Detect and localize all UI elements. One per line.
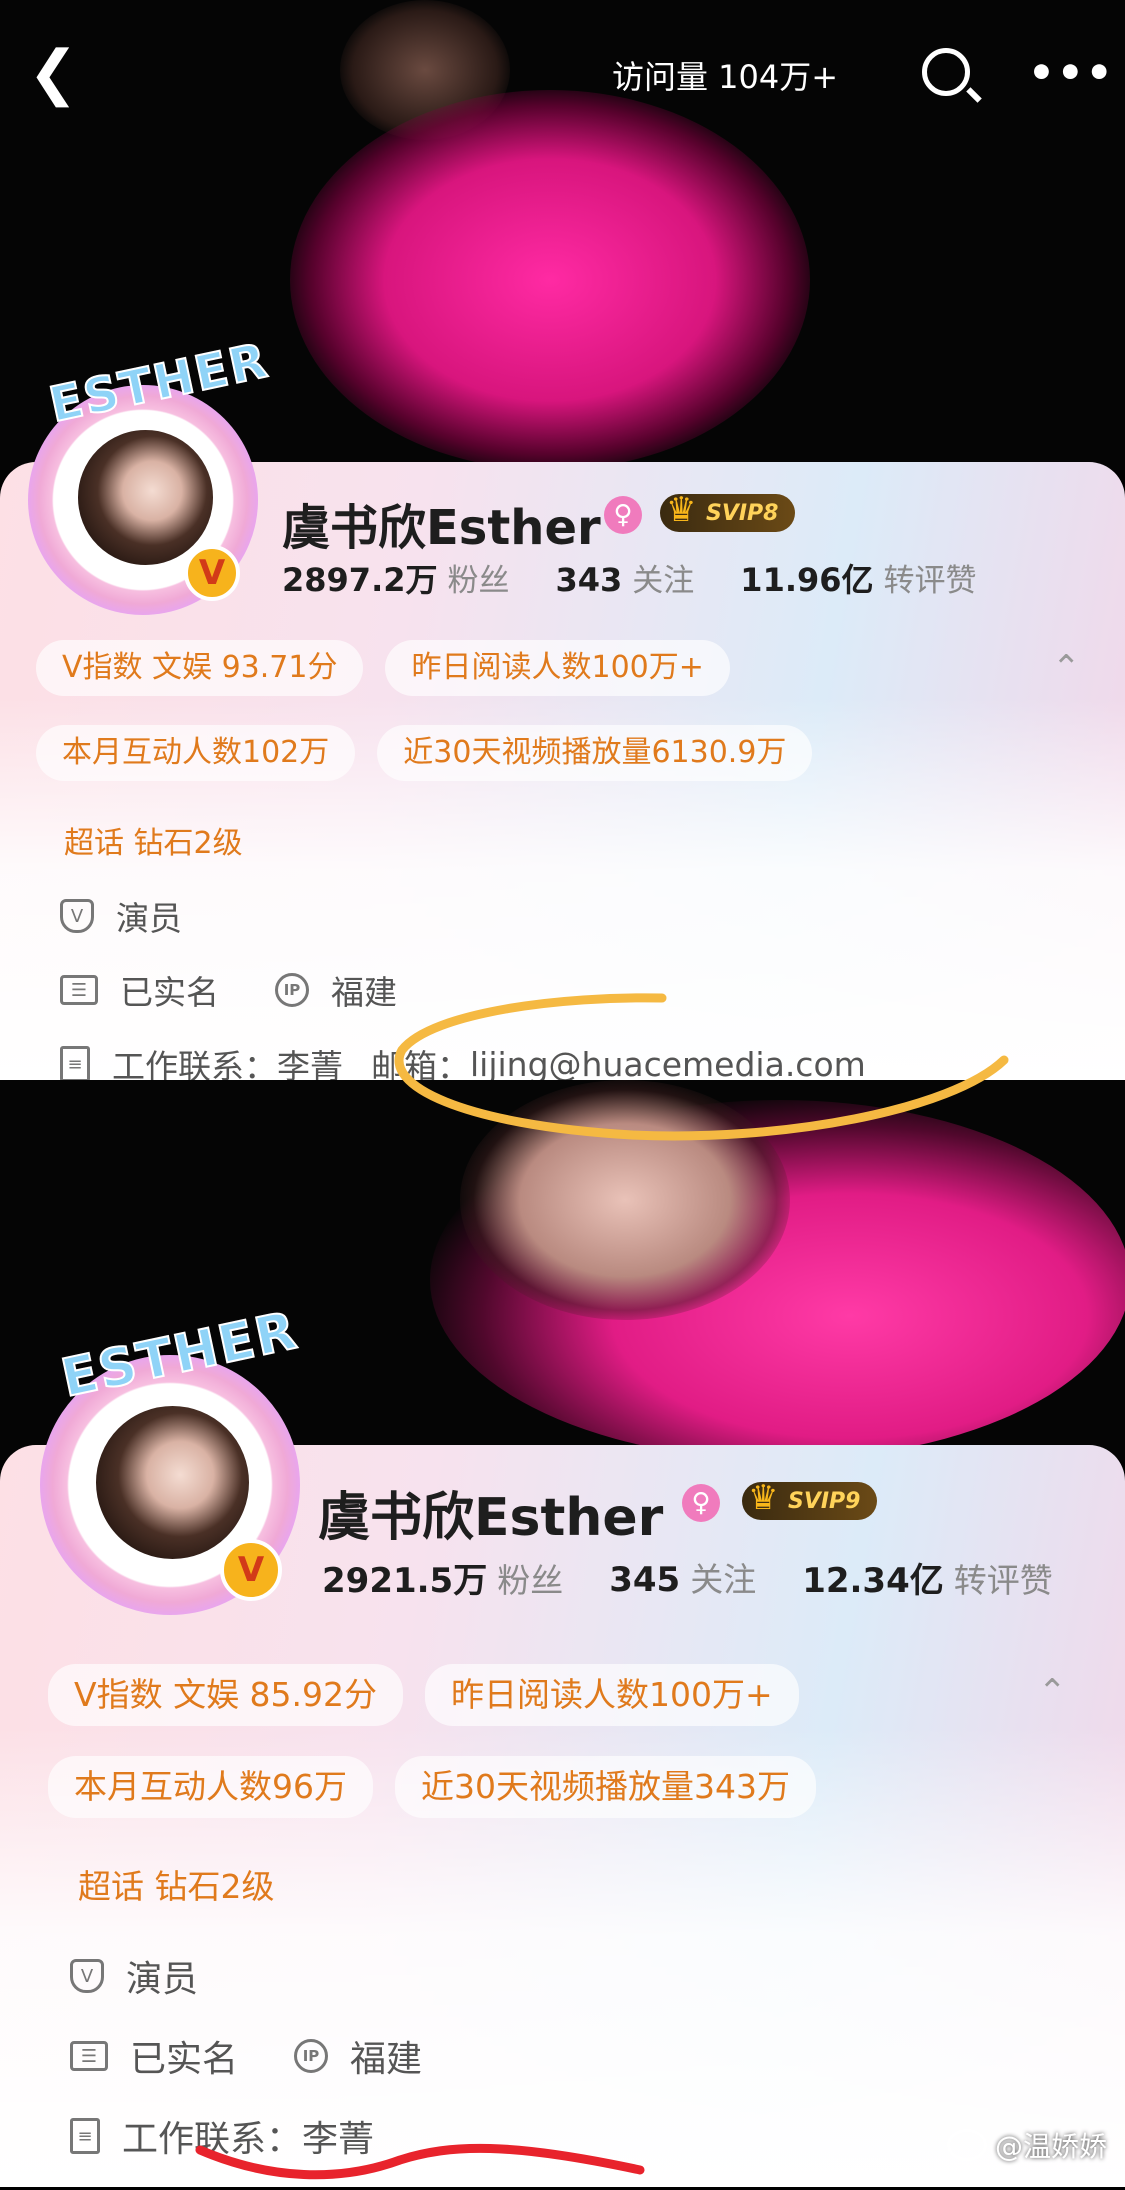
stat-label: 粉丝 [447,563,510,599]
chip-daily-readers[interactable]: 昨日阅读人数100万+ [385,640,730,696]
search-icon[interactable] [922,48,970,96]
svip-label: SVIP8 [706,500,779,526]
chip-daily-readers[interactable]: 昨日阅读人数100万+ [425,1664,799,1726]
username: 虞书欣Esther [318,1488,664,1548]
username: 虞书欣Esther [282,500,601,556]
chip-video-plays[interactable]: 近30天视频播放量6130.9万 [377,725,813,781]
crown-icon: ♛ [748,1478,779,1518]
stat-value: 11.96亿 [740,561,874,599]
profile-screenshot-2: ESTHER V [0,1080,1125,2187]
supertopic-level[interactable]: 超话 钻石2级 [64,818,243,862]
shield-v-icon: V [60,899,94,933]
work-contact-name: 李菁 [277,1047,343,1080]
chip-monthly-interactions[interactable]: 本月互动人数102万 [36,725,356,781]
chevron-left-icon[interactable]: ❮ [28,38,78,108]
verified-badge-icon: V [184,545,240,601]
stat-value: 2921.5万 [322,1561,488,1601]
occupation-row: V 演员 [70,1950,198,2002]
realname-label: 已实名 [130,2039,239,2080]
identity-row: ☰ 已实名 IP 福建 [60,966,397,1014]
female-icon: ♀ [682,1484,720,1522]
stat-engagements[interactable]: 11.96亿 转评赞 [740,555,976,601]
avatar[interactable]: ESTHER V [28,332,274,615]
chevron-up-icon[interactable]: ⌃ [1052,648,1081,688]
profile-stats: 2921.5万 粉丝 345 关注 12.34亿 转评赞 [322,1553,1099,1602]
stat-label: 转评赞 [883,563,977,599]
ip-location-icon: IP [294,2039,329,2073]
yellow-highlight-circle [394,993,1009,1141]
stat-label: 关注 [632,563,695,599]
chip-row-2: 本月互动人数96万 近30天视频播放量343万 [48,1756,838,1818]
stat-label: 转评赞 [953,1561,1053,1600]
stat-following[interactable]: 345 关注 [609,1553,756,1602]
stat-value: 12.34亿 [802,1561,944,1601]
id-card-icon: ☰ [70,2041,108,2071]
avatar-photo [74,426,217,569]
id-card-icon: ☰ [60,975,98,1005]
ip-location-label: 福建 [331,973,397,1012]
stat-engagements[interactable]: 12.34亿 转评赞 [802,1553,1053,1602]
stat-label: 粉丝 [497,1561,564,1600]
document-icon: ≡ [60,1046,90,1080]
chip-v-index[interactable]: V指数 文娱 93.71分 [36,640,364,696]
stat-followers[interactable]: 2897.2万 粉丝 [282,555,510,601]
chip-row-1: V指数 文娱 93.71分 昨日阅读人数100万+ [36,640,752,696]
stat-value: 345 [609,1560,681,1600]
realname-label: 已实名 [120,973,219,1012]
svip-badge[interactable]: ♛ SVIP8 [660,490,795,532]
stat-label: 关注 [690,1560,757,1599]
watermark-text: @温娇娇 [994,2130,1107,2163]
stat-followers[interactable]: 2921.5万 粉丝 [322,1553,563,1602]
female-icon: ♀ [604,496,642,534]
work-contact-label: 工作联系： [112,1047,277,1080]
occupation-label: 演员 [116,899,182,938]
stat-following[interactable]: 343 关注 [556,555,695,601]
chip-row-1: V指数 文娱 85.92分 昨日阅读人数100万+ [48,1664,821,1726]
occupation-row: V 演员 [60,892,182,940]
red-underline-mark [195,2143,645,2180]
occupation-label: 演员 [126,1959,199,2000]
chip-row-2: 本月互动人数102万 近30天视频播放量6130.9万 [36,725,834,781]
crown-icon: ♛ [666,490,697,530]
shield-v-icon: V [70,1959,104,1993]
more-horizontal-icon[interactable]: ••• [1028,48,1115,97]
avatar[interactable]: ESTHER V [40,1300,304,1615]
ip-location-label: 福建 [350,2039,423,2080]
svip-badge[interactable]: ♛ SVIP9 [742,1478,877,1520]
profile-screenshot-1: ❮ 访问量 104万+ ••• ESTHER V 虞书欣Esther ♀ ♛ SV… [0,0,1125,1080]
stat-value: 2897.2万 [282,561,438,599]
profile-stats: 2897.2万 粉丝 343 关注 11.96亿 转评赞 [282,555,1023,601]
supertopic-level[interactable]: 超话 钻石2级 [78,1860,275,1908]
weibo-icon [946,2129,987,2161]
watermark: @温娇娇 [946,2125,1107,2165]
svip-label: SVIP9 [788,1488,861,1514]
top-bar: ❮ 访问量 104万+ ••• [0,0,1125,150]
chevron-up-icon[interactable]: ⌃ [1038,1672,1067,1712]
verified-badge-icon: V [220,1539,282,1601]
document-icon: ≡ [70,2118,100,2154]
chip-video-plays[interactable]: 近30天视频播放量343万 [395,1756,816,1818]
visits-count: 访问量 104万+ [612,58,839,96]
chip-v-index[interactable]: V指数 文娱 85.92分 [48,1664,404,1726]
stat-value: 343 [555,561,623,599]
chip-monthly-interactions[interactable]: 本月互动人数96万 [48,1756,373,1818]
ip-location-icon: IP [275,973,309,1007]
avatar-photo [92,1401,254,1563]
identity-row: ☰ 已实名 IP 福建 [70,2030,422,2082]
